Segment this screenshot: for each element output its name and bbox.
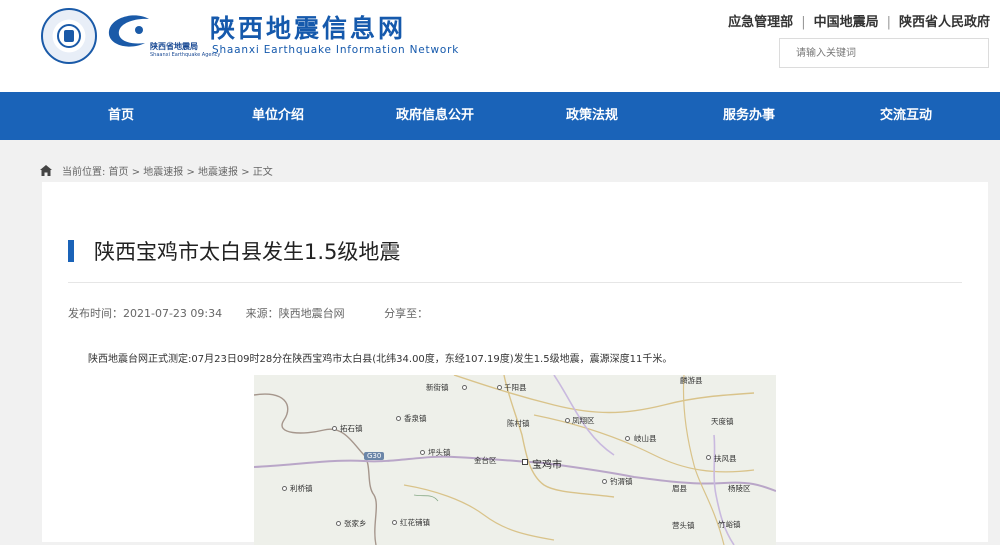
home-icon[interactable] xyxy=(40,165,52,176)
article-meta: 发布时间：2021-07-23 09:34 来源：陕西地震台网 分享至： xyxy=(68,305,448,321)
nav-about[interactable]: 单位介绍 xyxy=(218,92,338,140)
nav-interaction[interactable]: 交流互动 xyxy=(846,92,966,140)
map-dot xyxy=(602,479,607,484)
map-dot xyxy=(336,521,341,526)
map-label: 竹峪镇 xyxy=(718,520,741,529)
map-dot xyxy=(625,436,630,441)
emblem-logo[interactable] xyxy=(41,8,97,64)
map-dot xyxy=(282,486,287,491)
search-box xyxy=(779,38,989,68)
map-label-city: 宝鸡市 xyxy=(532,460,562,471)
article-title: 陕西宝鸡市太白县发生1.5级地震 xyxy=(94,240,401,264)
nav-policy[interactable]: 政策法规 xyxy=(532,92,652,140)
site-title[interactable]: 陕西地震信息网 xyxy=(210,9,406,45)
map-label: 岐山县 xyxy=(634,434,657,443)
publish-time: 发布时间：2021-07-23 09:34 xyxy=(68,307,223,320)
link-provincial-gov[interactable]: 陕西省人民政府 xyxy=(899,15,990,30)
map-label: 拓石镇 xyxy=(340,424,363,433)
map-label: 千阳县 xyxy=(504,383,527,392)
map-dot xyxy=(392,520,397,525)
map-dot xyxy=(396,416,401,421)
top-links: 应急管理部 | 中国地震局 | 陕西省人民政府 xyxy=(728,11,990,30)
link-separator: | xyxy=(886,15,891,30)
map-dot xyxy=(420,450,425,455)
link-separator: | xyxy=(801,15,806,30)
agency-name-en: Shaanxi Earthquake Agency xyxy=(150,52,221,58)
map-label: 红花铺镇 xyxy=(400,518,430,527)
nav-gov-info[interactable]: 政府信息公开 xyxy=(375,92,495,140)
map-label: 坪头镇 xyxy=(428,448,451,457)
map-dot xyxy=(706,455,711,460)
map-dot xyxy=(332,426,337,431)
epicenter-map[interactable]: G30 新街镇 千阳县 麟游县 香泉镇 拓石镇 凤翔区 陈村镇 天度镇 岐山县 … xyxy=(254,375,776,545)
map-label: 营头镇 xyxy=(672,521,695,530)
share-label: 分享至： xyxy=(384,307,429,320)
map-label: 钓渭镇 xyxy=(610,477,633,486)
link-cea[interactable]: 中国地震局 xyxy=(814,15,879,30)
highway-g30-badge: G30 xyxy=(364,452,385,460)
breadcrumb-text[interactable]: 当前位置: 首页 > 地震速报 > 地震速报 > 正文 xyxy=(62,167,273,178)
map-label: 金台区 xyxy=(474,456,497,465)
nav-services[interactable]: 服务办事 xyxy=(689,92,809,140)
map-label: 眉县 xyxy=(672,484,687,493)
map-label: 新街镇 xyxy=(426,383,449,392)
breadcrumb: 当前位置: 首页 > 地震速报 > 地震速报 > 正文 xyxy=(40,163,273,178)
map-label: 扶风县 xyxy=(714,454,737,463)
map-label: 麟游县 xyxy=(680,376,703,385)
map-label: 天度镇 xyxy=(711,417,734,426)
map-roads xyxy=(254,375,776,545)
map-label: 凤翔区 xyxy=(572,416,595,425)
city-marker xyxy=(522,459,528,465)
site-subtitle: Shaanxi Earthquake Information Network xyxy=(212,44,460,56)
map-label: 陈村镇 xyxy=(507,419,530,428)
map-dot xyxy=(462,385,467,390)
article-body: 陕西地震台网正式测定:07月23日09时28分在陕西宝鸡市太白县(北纬34.00… xyxy=(88,354,673,365)
map-label: 香泉镇 xyxy=(404,414,427,423)
map-label: 杨陵区 xyxy=(728,484,751,493)
map-label: 张家乡 xyxy=(344,519,367,528)
title-divider xyxy=(68,282,962,283)
nav-home[interactable]: 首页 xyxy=(61,92,181,140)
agency-name-cn: 陕西省地震局 xyxy=(150,42,198,51)
site-header: 陕西省地震局 Shaanxi Earthquake Agency 陕西地震信息网… xyxy=(0,0,1000,92)
link-mem[interactable]: 应急管理部 xyxy=(728,15,793,30)
main-nav: 首页 单位介绍 政府信息公开 政策法规 服务办事 交流互动 xyxy=(0,92,1000,140)
article-source: 来源：陕西地震台网 xyxy=(245,307,345,320)
article-card: 陕西宝鸡市太白县发生1.5级地震 发布时间：2021-07-23 09:34 来… xyxy=(42,182,988,545)
map-dot xyxy=(497,385,502,390)
emblem-center xyxy=(64,30,74,42)
map-dot xyxy=(565,418,570,423)
search-input[interactable] xyxy=(780,39,986,67)
title-accent-bar xyxy=(68,240,74,262)
map-label: 利桥镇 xyxy=(290,484,313,493)
